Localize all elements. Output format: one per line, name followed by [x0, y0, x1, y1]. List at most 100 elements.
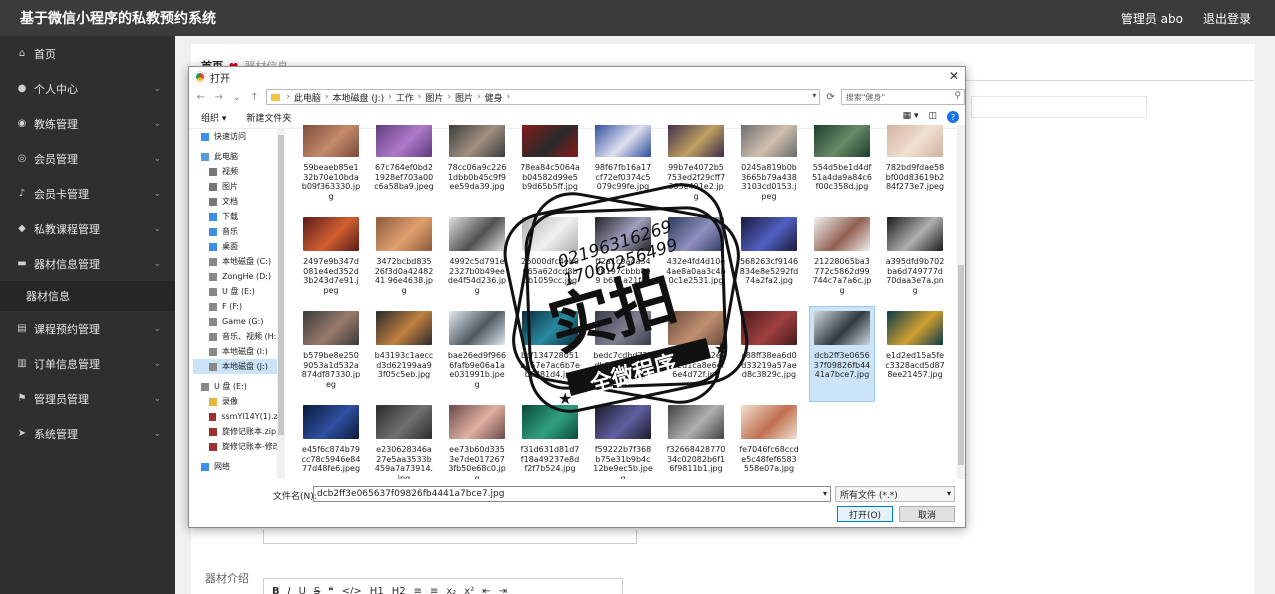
- nav-item[interactable]: U 盘 (E:): [193, 284, 285, 299]
- nav-item[interactable]: U 盘 (E:): [193, 379, 285, 394]
- close-icon[interactable]: ✕: [949, 69, 959, 83]
- file-item[interactable]: bae26ed9f9666fafb9e06a1ae031991b.jpeg: [445, 307, 509, 401]
- nav-item[interactable]: 文档: [193, 194, 285, 209]
- path-segment[interactable]: 健身: [485, 91, 503, 104]
- nav-item[interactable]: 音乐、视频 (H:): [193, 329, 285, 344]
- rich-text-editor[interactable]: B I U S ❝ </> H1 H2 ≡ ≡ x₂ x² ⇤ ⇥: [263, 578, 623, 594]
- view-options-icon[interactable]: ▦ ▾: [903, 111, 919, 123]
- refresh-icon[interactable]: ⟳: [826, 92, 834, 103]
- file-item[interactable]: 782bd9fdae58bf00d83619b284f273e7.jpeg: [883, 125, 947, 213]
- open-button[interactable]: 打开(O): [837, 506, 893, 522]
- editor-tool-button[interactable]: H1: [370, 586, 384, 594]
- nav-item[interactable]: 本地磁盘 (J:): [193, 359, 285, 374]
- nav-item[interactable]: ZongHe (D:): [193, 269, 285, 284]
- filetype-select[interactable]: 所有文件 (*.*) ▾: [835, 486, 955, 502]
- file-item[interactable]: f59222b7f368b75e31b9b4c12be9ec5b.jpeg: [591, 401, 655, 479]
- textarea-field[interactable]: [263, 530, 637, 544]
- up-arrow-icon[interactable]: ↑: [248, 92, 260, 103]
- nav-item[interactable]: 本地磁盘 (C:): [193, 254, 285, 269]
- new-folder-button[interactable]: 新建文件夹: [246, 111, 291, 124]
- file-item[interactable]: 59beaeb85e132b70e10bdab09f363330.jpg: [299, 125, 363, 213]
- file-item[interactable]: e45f6c874b79cc78c5946e8477d48fe6.jpeg: [299, 401, 363, 479]
- file-item[interactable]: 78ea84c5064ab04582d99e5b9d65b5ff.jpg: [518, 125, 582, 213]
- file-item[interactable]: 432e4fd4d10e4ae8a0aa3c4b0c1e2531.jpg: [664, 213, 728, 307]
- sidebar-item-a-4[interactable]: ♪ 会员卡管理 ⌄: [0, 176, 175, 211]
- sidebar-item-a-2[interactable]: ◉ 教练管理 ⌄: [0, 106, 175, 141]
- sidebar-item-b-2[interactable]: ⚑ 管理员管理 ⌄: [0, 381, 175, 416]
- file-item[interactable]: 67c764ef0bd21928ef703a00c6a58ba9.jpeg: [372, 125, 436, 213]
- nav-item[interactable]: 旋修记账本-修改: [193, 439, 285, 454]
- search-icon[interactable]: ⚲: [954, 91, 961, 101]
- file-item[interactable]: 26000dfc4eb0665a62dcd8bbb1059cc.jpg: [518, 213, 582, 307]
- path-segment[interactable]: 图片: [425, 91, 443, 104]
- files-scrollbar[interactable]: [957, 125, 965, 479]
- background-input[interactable]: [971, 96, 1147, 118]
- file-item[interactable]: ff2a1c9a4a3428197cbbb8e9 b6a1a21fa.jpg: [591, 213, 655, 307]
- nav-item[interactable]: 音乐: [193, 224, 285, 239]
- file-item[interactable]: dcb2ff3e065637f09826fb4441a7bce7.jpg: [809, 306, 875, 402]
- chevron-down-icon[interactable]: ▾: [947, 489, 951, 498]
- file-item[interactable]: f31d631d81d7f18a49237e8df2f7b524.jpg: [518, 401, 582, 479]
- file-item[interactable]: b43193c1aeccd3d62199aa93f05c5eb.jpg: [372, 307, 436, 401]
- back-arrow-icon[interactable]: ←: [195, 92, 207, 103]
- sidebar-item-a-5[interactable]: ◆ 私教课程管理 ⌄: [0, 211, 175, 246]
- nav-item[interactable]: 本地磁盘 (I:): [193, 344, 285, 359]
- file-item[interactable]: bcf134728051b457e7ac6b7eb6781d4.jpg: [518, 307, 582, 401]
- file-item[interactable]: e230628346a27e5aa3533b459a7a73914.jpg: [372, 401, 436, 479]
- file-item[interactable]: 78cc06a9c2261dbb0b45c9f9ee59da39.jpg: [445, 125, 509, 213]
- file-item[interactable]: fe7046fc68ccde5c48fef6583558e07a.jpg: [737, 401, 801, 479]
- sidebar-item-a-6[interactable]: ▬ 器材信息管理 ⌄: [0, 246, 175, 281]
- recent-dropdown-icon[interactable]: ⌄: [231, 92, 243, 103]
- file-item[interactable]: 21228065ba3772c5862d99744c7a7a6c.jpg: [810, 213, 874, 307]
- path-segment[interactable]: 本地磁盘 (J:): [333, 91, 385, 104]
- editor-tool-button[interactable]: </>: [342, 586, 362, 594]
- cancel-button[interactable]: 取消: [899, 506, 955, 522]
- editor-tool-button[interactable]: ≡: [430, 586, 438, 594]
- file-item[interactable]: ee73b60d3353e7de0172673fb50e68c0.jpg: [445, 401, 509, 479]
- file-item[interactable]: a395dfd9b702ba6d749777d70daa3e7a.png: [883, 213, 947, 307]
- file-item[interactable]: bedc7cdbd72bdb3d0ef50cc0a2e3e6.jpg: [591, 307, 655, 401]
- forward-arrow-icon[interactable]: →: [213, 92, 225, 103]
- nav-item[interactable]: 快速访问: [193, 129, 285, 144]
- nav-item[interactable]: 录像: [193, 394, 285, 409]
- editor-tool-button[interactable]: ⇥: [499, 586, 507, 594]
- editor-tool-button[interactable]: ≡: [414, 586, 422, 594]
- file-item[interactable]: 4992c5d791e2327b0b49eede4f54d236.jpg: [445, 213, 509, 307]
- file-item[interactable]: 554d5be1d4df51a4da9a84c6f00c358d.jpg: [810, 125, 874, 213]
- admin-user-label[interactable]: 管理员 abo: [1121, 10, 1183, 27]
- chevron-down-icon[interactable]: ▾: [823, 489, 827, 498]
- nav-item[interactable]: F (F:): [193, 299, 285, 314]
- sidebar-item-a-3[interactable]: ◎ 会员管理 ⌄: [0, 141, 175, 176]
- path-segment[interactable]: 此电脑: [294, 91, 321, 104]
- editor-tool-button[interactable]: U: [299, 586, 306, 594]
- sidebar-item-a-1[interactable]: ● 个人中心 ⌄: [0, 71, 175, 106]
- editor-tool-button[interactable]: I: [288, 586, 291, 594]
- chevron-down-icon[interactable]: ▾: [812, 91, 816, 100]
- file-item[interactable]: 99b7e4072b5753ed2f29cff7363e491e2.jpg: [664, 125, 728, 213]
- nav-item[interactable]: 下载: [193, 209, 285, 224]
- path-segment[interactable]: 图片: [455, 91, 473, 104]
- file-item[interactable]: 98f67fb16a17cf72ef0374c5079c99fe.jpg: [591, 125, 655, 213]
- search-input[interactable]: 搜索"健身" ⚲: [840, 89, 965, 105]
- sidebar-item-b-1[interactable]: ▥ 订单信息管理 ⌄: [0, 346, 175, 381]
- file-item[interactable]: 3472bcbd83526f3d0a4248241 96e4638.jpg: [372, 213, 436, 307]
- sidebar-item-b-0[interactable]: ▤ 课程预约管理 ⌄: [0, 311, 175, 346]
- editor-tool-button[interactable]: H2: [392, 586, 406, 594]
- file-item[interactable]: f3266842877034c02082b6f16f9811b1.jpg: [664, 401, 728, 479]
- preview-pane-icon[interactable]: ◫: [928, 111, 937, 123]
- editor-tool-button[interactable]: x₂: [446, 586, 456, 594]
- file-item[interactable]: c88ff38ea6d0d33219a57aed8c3829c.jpg: [737, 307, 801, 401]
- nav-item[interactable]: ssmYl14Y(1).zip: [193, 409, 285, 424]
- organize-button[interactable]: 组织 ▾: [201, 111, 226, 124]
- nav-item[interactable]: 桌面: [193, 239, 285, 254]
- nav-item[interactable]: 网络: [193, 459, 285, 474]
- files-scroll-thumb[interactable]: [958, 265, 964, 465]
- editor-tool-button[interactable]: x²: [464, 586, 474, 594]
- file-item[interactable]: b579be8e2509053a1d532a874df87330.jpeg: [299, 307, 363, 401]
- nav-scrollbar[interactable]: [277, 129, 285, 479]
- sidebar-item-b-3[interactable]: ➤ 系统管理 ⌄: [0, 416, 175, 451]
- nav-item[interactable]: 视频: [193, 164, 285, 179]
- editor-tool-button[interactable]: ⇤: [482, 586, 490, 594]
- logout-link[interactable]: 退出登录: [1203, 10, 1251, 27]
- sidebar-subitem-equipment-info[interactable]: 器材信息: [0, 281, 175, 311]
